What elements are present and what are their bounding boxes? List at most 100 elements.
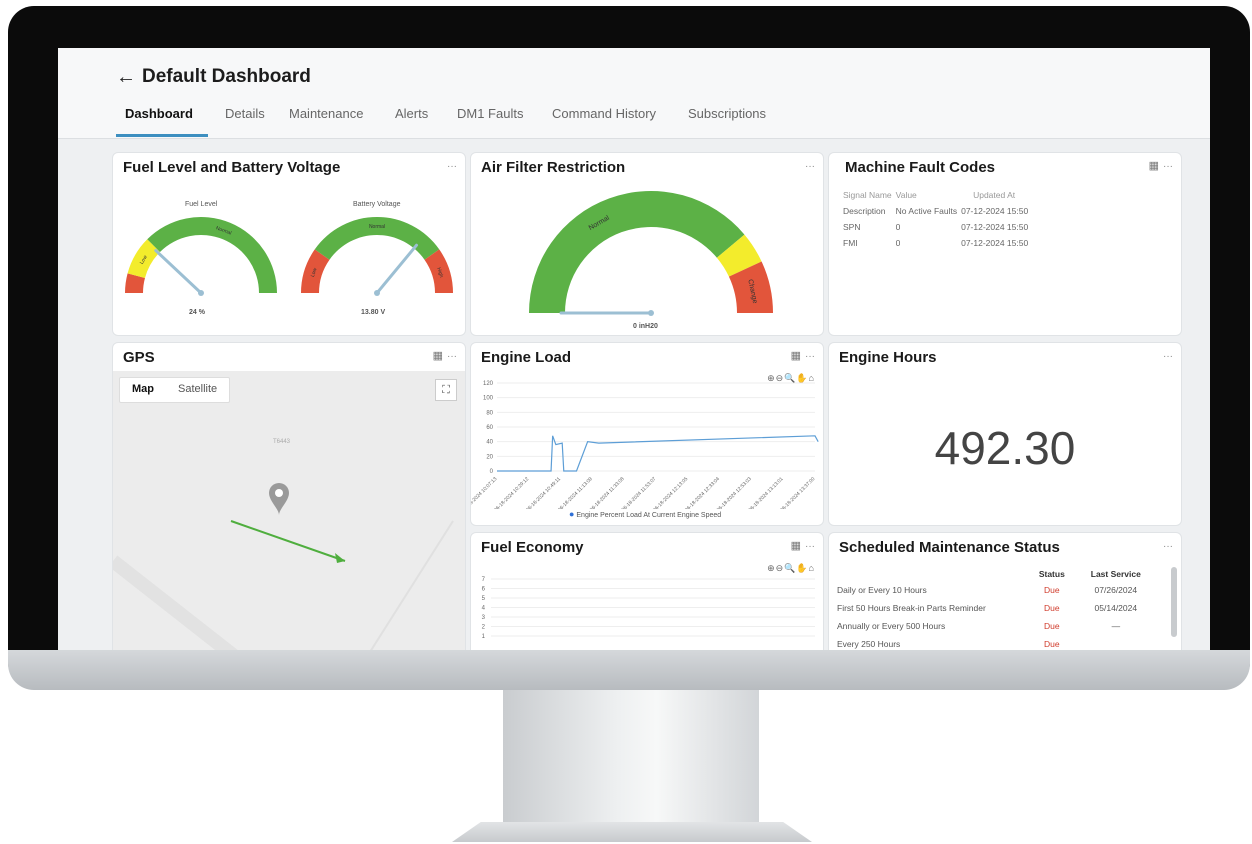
card-title: Engine Hours [839, 349, 937, 366]
table-cell: Daily or Every 10 Hours [837, 585, 927, 595]
active-tab-indicator [116, 134, 208, 137]
card-menu-icon[interactable]: ··· [805, 351, 815, 362]
calendar-icon[interactable]: ▦ [433, 349, 443, 362]
fuel-gauge-label: Fuel Level [185, 201, 218, 208]
table-header [835, 567, 1029, 581]
tab-maintenance[interactable]: Maintenance [289, 106, 363, 121]
gauge-pivot [648, 310, 654, 316]
table-cell: 07-12-2024 15:50 [961, 206, 1029, 216]
table-cell: 07/26/2024 [1094, 585, 1138, 595]
page-title: Default Dashboard [142, 66, 311, 87]
map-button[interactable]: Map [120, 378, 166, 402]
map-area[interactable]: T6443 [113, 371, 465, 650]
table-cell: No Active Faults [895, 206, 958, 216]
chart-legend: ● Engine Percent Load At Current Engine … [569, 509, 721, 519]
table-header-row: Signal Name Value Updated At [843, 187, 1032, 203]
satellite-button[interactable]: Satellite [166, 378, 229, 402]
x-tick-label: 06-18-2024 11:53:07 [621, 476, 658, 509]
card-title: Fuel Economy [481, 539, 584, 556]
card-menu-icon[interactable]: ··· [1163, 351, 1173, 362]
gauges-svg: LowNormal LowNormalHigh [125, 217, 453, 296]
x-tick-label: 06-18-2024 12:33:04 [684, 476, 721, 509]
tab-dashboard[interactable]: Dashboard [125, 106, 193, 121]
fault-codes-card: Machine Fault Codes ▦ ··· Signal Name Va… [828, 152, 1182, 336]
x-tick-label: 06-18-2024 13:13:01 [748, 476, 785, 509]
x-tick-label: 06-18-2024 11:13:09 [557, 476, 594, 509]
engine-hours-value: 492.30 [934, 422, 1076, 474]
tab-details[interactable]: Details [225, 106, 265, 121]
gauge-pivot [198, 290, 204, 296]
tab-alerts[interactable]: Alerts [395, 106, 428, 121]
map-pin-icon[interactable] [269, 483, 289, 515]
fuel-economy-card: Fuel Economy ▦ ··· ⊕⊖🔍✋⌂ 7654321 [470, 532, 824, 650]
card-menu-icon[interactable]: ··· [805, 161, 815, 172]
y-tick-label: 5 [482, 596, 486, 602]
back-arrow-icon[interactable]: ← [116, 66, 136, 89]
table-header: Last Service [1090, 569, 1141, 579]
y-tick-label: 60 [486, 425, 493, 431]
card-menu-icon[interactable]: ··· [447, 161, 457, 172]
y-tick-label: 6 [482, 587, 486, 593]
table-cell: 07-12-2024 15:50 [961, 222, 1029, 232]
table-header: Signal Name [843, 190, 892, 200]
maintenance-table: Status Last Service Daily or Every 10 Ho… [835, 567, 1157, 650]
air-filter-card: Air Filter Restriction ··· Normal Change … [470, 152, 824, 336]
page-header: ← Default Dashboard Dashboard Details Ma… [58, 48, 1210, 139]
gauge-pivot [374, 290, 380, 296]
card-menu-icon[interactable]: ··· [1163, 161, 1173, 172]
table-cell: Every 250 Hours [837, 639, 901, 649]
gauge-zone-label: Normal [369, 224, 385, 230]
card-menu-icon[interactable]: ··· [1163, 541, 1173, 552]
table-row[interactable]: Every 250 Hours Due [835, 635, 1157, 650]
table-header: Status [1038, 569, 1065, 579]
y-tick-label: 2 [482, 625, 486, 631]
map-road [370, 520, 454, 650]
fullscreen-icon[interactable]: ⛶ [435, 379, 457, 401]
card-menu-icon[interactable]: ··· [447, 351, 457, 362]
table-cell: SPN [843, 222, 861, 232]
table-cell [1075, 635, 1157, 650]
table-row[interactable]: First 50 Hours Break-in Parts Reminder D… [835, 599, 1157, 617]
series-line [497, 435, 819, 472]
gauge-zone [147, 217, 277, 293]
calendar-icon[interactable]: ▦ [1149, 159, 1159, 172]
air-filter-gauge-svg: NormalChange [529, 191, 773, 316]
y-tick-label: 100 [483, 396, 494, 402]
card-title: Scheduled Maintenance Status [839, 539, 1060, 556]
battery-gauge: LowNormalHigh [301, 217, 453, 296]
tab-subscriptions[interactable]: Subscriptions [688, 106, 766, 121]
table-cell: 05/14/2024 [1094, 603, 1138, 613]
y-tick-label: 40 [486, 440, 493, 446]
card-title: GPS [123, 349, 155, 366]
table-row[interactable]: Annually or Every 500 Hours Due — [835, 617, 1157, 635]
status-badge: Due [1044, 621, 1060, 631]
card-title: Engine Load [481, 349, 571, 366]
monitor-stand-base [452, 822, 812, 842]
engine-load-card: Engine Load ▦ ··· ⊕⊖🔍✋⌂ 0 20 40 60 80 100 120 0… [470, 342, 824, 526]
tab-dm1-faults[interactable]: DM1 Faults [457, 106, 523, 121]
table-row: FMI 0 07-12-2024 15:50 [843, 235, 1032, 251]
x-tick-label: 06-18-2024 13:37:00 [779, 476, 816, 509]
status-badge: Due [1044, 603, 1060, 613]
screen: ← Default Dashboard Dashboard Details Ma… [58, 48, 1210, 650]
calendar-icon[interactable]: ▦ [791, 539, 801, 552]
table-cell: FMI [843, 238, 858, 248]
scrollbar[interactable] [1171, 567, 1177, 637]
table-cell: 07-12-2024 15:50 [961, 238, 1029, 248]
card-title: Machine Fault Codes [845, 159, 996, 176]
gauge-zone [529, 191, 745, 313]
table-header-row: Status Last Service [835, 567, 1157, 581]
card-menu-icon[interactable]: ··· [805, 541, 815, 552]
track-line [230, 520, 346, 562]
table-cell: Annually or Every 500 Hours [837, 621, 946, 631]
y-tick-label: 4 [482, 606, 486, 612]
calendar-icon[interactable]: ▦ [791, 349, 801, 362]
tab-command-history[interactable]: Command History [552, 106, 656, 121]
table-row[interactable]: Daily or Every 10 Hours Due 07/26/2024 [835, 581, 1157, 599]
monitor-chin [8, 650, 1250, 690]
fuel-battery-card: Fuel Level and Battery Voltage ··· Fuel … [112, 152, 466, 336]
gps-card: GPS ▦ ··· T6443 Map Satellite ⛶ [112, 342, 466, 650]
y-tick-label: 80 [486, 410, 493, 416]
y-tick-label: 1 [482, 634, 486, 640]
y-tick-label: 120 [483, 381, 494, 387]
